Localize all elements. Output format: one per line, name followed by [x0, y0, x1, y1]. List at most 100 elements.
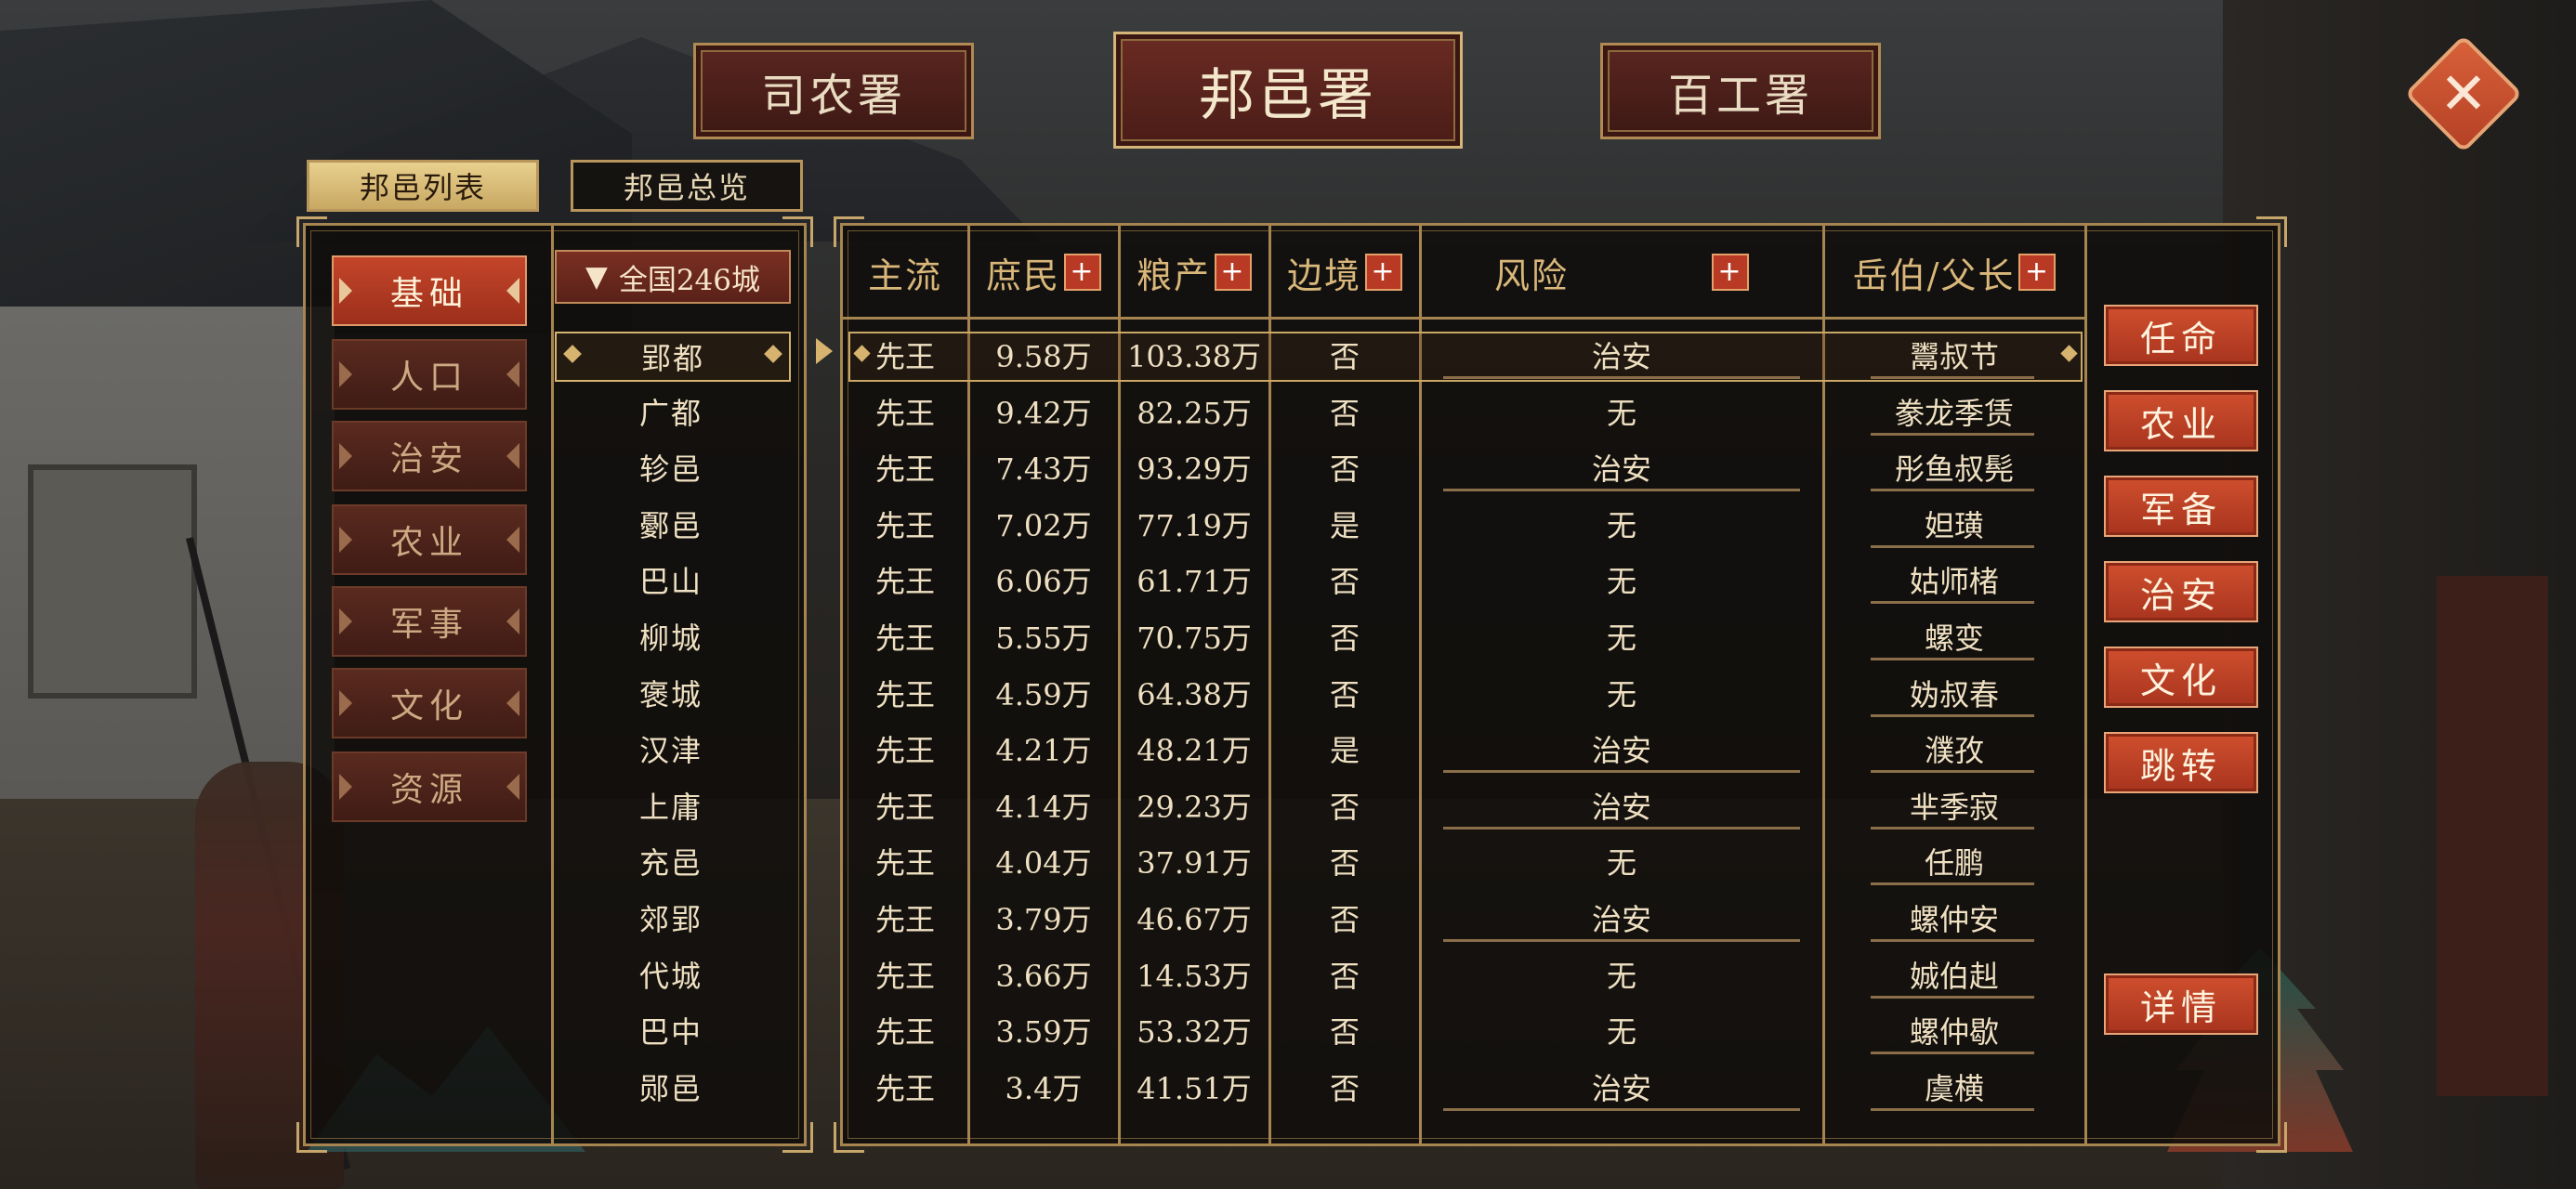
cell-grain: 61.71万	[1137, 564, 1252, 600]
category-culture[interactable]: 文化	[332, 668, 527, 738]
category-military[interactable]: 军事	[332, 586, 527, 657]
city-list-item[interactable]: 广都	[555, 388, 787, 435]
cell-border: 否	[1329, 395, 1360, 431]
cell-grain: 70.75万	[1137, 621, 1252, 656]
sort-plus-icon[interactable]: +	[1215, 254, 1252, 291]
cell-mainstream: 先王	[874, 789, 935, 825]
jump-button[interactable]: 跳转	[2104, 732, 2258, 793]
city-table: 主流 庶民 + 粮产 + 边境 + 风险 + 岳伯/父长 + 先王 9.58万 103.38万…	[834, 216, 2287, 1153]
sort-plus-icon[interactable]: +	[1712, 254, 1749, 291]
tab-bangyi[interactable]: 邦邑署	[1113, 32, 1463, 149]
risk-underline	[1443, 770, 1800, 774]
header-commoners[interactable]: 庶民 +	[969, 226, 1118, 319]
city-name: 汉津	[638, 733, 703, 769]
city-list-item[interactable]: 褒城	[555, 670, 787, 716]
subtab-city-list[interactable]: 邦邑列表	[307, 160, 539, 212]
category-label: 基础	[389, 275, 468, 313]
tab-sinong[interactable]: 司农署	[693, 43, 974, 139]
header-label: 边境	[1286, 255, 1361, 296]
risk-underline	[1443, 939, 1800, 942]
cell-risk: 无	[1606, 621, 1636, 656]
header-lord[interactable]: 岳伯/父长 +	[1824, 226, 2084, 319]
cell-mainstream: 先王	[874, 1070, 935, 1106]
header-mainstream[interactable]: 主流	[843, 226, 967, 319]
cell-commoners: 6.06万	[995, 564, 1092, 600]
cell-mainstream: 先王	[874, 902, 935, 937]
lord-underline	[1871, 376, 2034, 379]
city-list-item[interactable]: 郊郢	[555, 895, 787, 941]
city-list-item[interactable]: 柳城	[555, 613, 787, 660]
sort-plus-icon[interactable]: +	[2018, 254, 2057, 291]
lord-underline	[1871, 489, 2034, 492]
city-name: 巴山	[638, 564, 703, 600]
security-button[interactable]: 治安	[2104, 561, 2258, 622]
cell-mainstream: 先王	[874, 451, 935, 488]
city-list-item[interactable]: 郢都	[555, 332, 791, 382]
cell-lord: 姑师楮	[1909, 564, 1999, 600]
agriculture-button[interactable]: 农业	[2104, 390, 2258, 451]
cell-border: 否	[1329, 339, 1360, 374]
city-name: 轸邑	[638, 451, 703, 488]
category-security[interactable]: 治安	[332, 421, 527, 491]
cell-commoners: 3.66万	[995, 958, 1092, 994]
selected-diamond-icon	[563, 345, 582, 363]
city-name: 褒城	[638, 676, 703, 712]
city-list-item[interactable]: 郧邑	[555, 1064, 787, 1110]
city-name: 广都	[638, 395, 703, 431]
sort-plus-icon[interactable]: +	[1365, 254, 1402, 291]
details-button[interactable]: 详情	[2104, 973, 2258, 1035]
selected-diamond-icon	[764, 345, 782, 363]
city-filter-label: 全国246城	[618, 263, 760, 297]
cell-border: 否	[1329, 451, 1360, 488]
cell-risk: 治安	[1591, 789, 1651, 825]
header-risk[interactable]: 风险 +	[1421, 226, 1822, 319]
header-divider	[843, 317, 2084, 320]
city-list-item[interactable]: 巴中	[555, 1007, 787, 1053]
cell-risk: 无	[1606, 958, 1636, 994]
lord-underline	[1871, 432, 2034, 436]
city-filter-dropdown[interactable]: ▼ 全国246城	[555, 250, 791, 304]
city-name: 郧邑	[638, 1070, 703, 1106]
city-name: 巴中	[638, 1014, 703, 1051]
cell-lord: 螺仲歇	[1909, 1014, 1999, 1051]
close-icon: ✕	[2439, 59, 2488, 127]
appoint-button[interactable]: 任命	[2104, 305, 2258, 366]
cell-risk: 无	[1606, 564, 1636, 600]
cell-commoners: 3.79万	[995, 902, 1092, 937]
category-resources[interactable]: 资源	[332, 751, 527, 822]
cell-risk: 治安	[1591, 733, 1651, 769]
cell-lord: 虞横	[1924, 1070, 1984, 1106]
cell-border: 否	[1329, 621, 1360, 656]
header-border[interactable]: 边境 +	[1270, 226, 1419, 319]
culture-button[interactable]: 文化	[2104, 647, 2258, 708]
cell-grain: 46.67万	[1137, 902, 1252, 937]
city-list-item[interactable]: 汉津	[555, 725, 787, 772]
cell-lord: 任鹏	[1924, 845, 1984, 882]
cell-border: 否	[1329, 789, 1360, 825]
sort-plus-icon[interactable]: +	[1064, 254, 1101, 291]
armament-button[interactable]: 军备	[2104, 476, 2258, 537]
cell-risk: 无	[1606, 507, 1636, 543]
cell-border: 是	[1329, 733, 1360, 769]
city-name: 郊郢	[638, 902, 703, 937]
city-list-item[interactable]: 上庸	[555, 782, 787, 829]
tab-baigong[interactable]: 百工署	[1600, 43, 1881, 139]
city-list-item[interactable]: 鄾邑	[555, 501, 787, 547]
city-list-item[interactable]: 巴山	[555, 556, 787, 603]
header-grain[interactable]: 粮产 +	[1120, 226, 1268, 319]
category-population[interactable]: 人口	[332, 339, 527, 410]
category-agriculture[interactable]: 农业	[332, 504, 527, 575]
subtab-city-overview[interactable]: 邦邑总览	[571, 160, 803, 212]
cell-risk: 治安	[1591, 1070, 1651, 1106]
category-label: 军事	[389, 606, 468, 644]
city-list-item[interactable]: 代城	[555, 951, 787, 998]
cell-mainstream: 先王	[874, 507, 935, 543]
left-panel-divider	[551, 226, 554, 1143]
cell-border: 否	[1329, 676, 1360, 712]
cell-lord: 彤鱼叔髡	[1894, 451, 2014, 488]
city-list-item[interactable]: 充邑	[555, 838, 787, 884]
cell-border: 否	[1329, 902, 1360, 937]
lord-underline	[1871, 826, 2034, 830]
category-basic[interactable]: 基础	[332, 255, 527, 326]
city-list-item[interactable]: 轸邑	[555, 444, 787, 490]
